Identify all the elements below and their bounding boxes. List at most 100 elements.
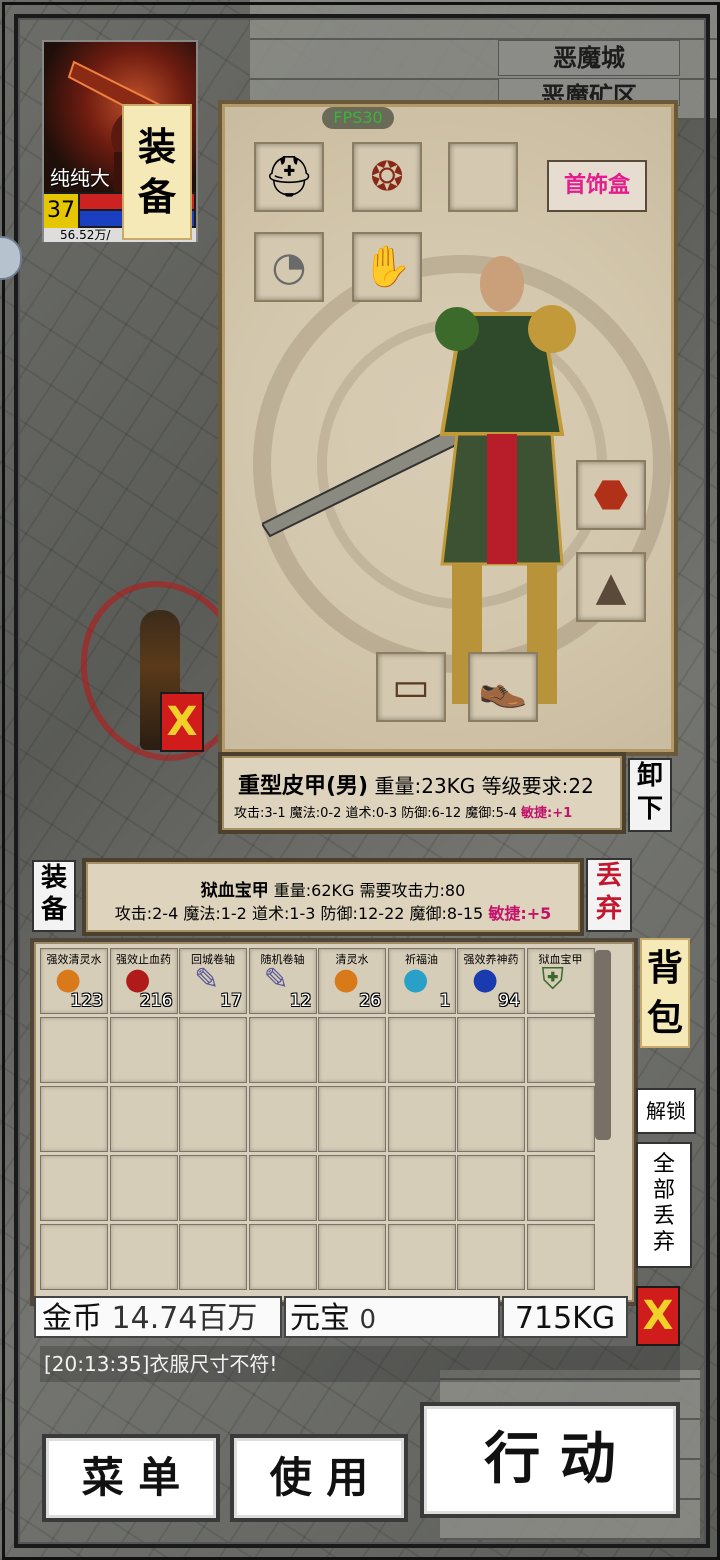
bag-cell[interactable] [387,1224,456,1290]
bag-cell[interactable] [457,1017,525,1083]
bag-cell[interactable]: 狱血宝甲 ⛨ [526,948,595,1014]
slot-glove-right[interactable]: ▲ [576,552,646,622]
tab-equipment[interactable]: 装 备 [122,104,192,240]
use-button[interactable]: 使 用 [230,1434,408,1522]
bag-cell[interactable] [40,1017,108,1083]
unequip-char-1: 卸 [636,761,663,791]
close-bag-button[interactable]: X [636,1286,680,1346]
bag-cell[interactable] [248,1155,317,1221]
bag-cell[interactable] [457,1224,525,1290]
bag-cell[interactable]: 祈福油 ● 1 [387,948,456,1014]
bag-cell[interactable] [387,1155,456,1221]
tab-bag[interactable]: 背 包 [640,938,690,1048]
scroll-icon: ✎ [194,962,220,997]
bag-cell[interactable] [109,1017,178,1083]
discard-all-button[interactable]: 全 部 丢 弃 [636,1142,692,1268]
bag-cell[interactable] [179,1224,247,1290]
selected-item-stats: 攻击:2-4 魔法:1-2 道术:1-3 防御:12-22 魔御:8-15 [114,904,489,923]
player-name: 纯纯大 [50,166,110,190]
bag-cell[interactable] [248,1224,317,1290]
menu-button[interactable]: 菜 单 [42,1434,220,1522]
tab-equip-small-char-2: 备 [40,895,67,925]
player-level: 37 [44,194,78,228]
tab-equip-small-char-1: 装 [40,863,67,893]
bag-cell[interactable] [179,1155,247,1221]
gold-value: 14.74百万 [111,1301,258,1336]
bag-cell[interactable] [109,1155,178,1221]
bag-cell[interactable] [109,1224,178,1290]
bag-cell[interactable] [40,1086,108,1152]
bag-item-count: 26 [359,991,381,1011]
equipped-item-stats: 攻击:3-1 魔法:0-2 道术:0-3 防御:6-12 魔御:5-4 [234,806,521,821]
slot-belt[interactable]: ▭ [376,652,446,722]
equipped-item-info: 重型皮甲(男) 重量:23KG 等级要求:22 攻击:3-1 魔法:0-2 道术… [218,752,626,834]
action-button[interactable]: 行 动 [420,1402,680,1518]
bag-cell[interactable] [457,1155,525,1221]
bag-cell[interactable] [387,1086,456,1152]
equipment-panel: FPS30 ⛑ ❂ 首饰盒 ◔ ✋ ⬣ ▲ ▭ 👞 [218,100,678,756]
bag-cell[interactable]: 回城卷轴 ✎ 17 [179,948,247,1014]
blue-flask-icon: ● [402,962,429,997]
spiked-gauntlet-icon: ▲ [595,564,627,610]
bag-cell[interactable] [109,1086,178,1152]
target-close-button[interactable]: X [160,692,204,752]
selected-item-agility: 敏捷:+5 [488,904,552,923]
bag-scrollbar[interactable] [595,950,611,1140]
blue-pouch-icon: ● [472,962,499,997]
tab-equipment-char-2: 备 [137,175,176,219]
bag-item-count: 1 [439,991,451,1011]
armored-warrior-figure [260,256,576,704]
bag-cell[interactable] [318,1086,386,1152]
bag-cell[interactable]: 强效清灵水 ● 123 [40,948,108,1014]
discard-button[interactable]: 丢 弃 [586,858,632,932]
equipped-item-meta: 重量:23KG 等级要求:22 [368,774,594,798]
bag-cell[interactable] [248,1086,317,1152]
discard-char-1: 丢 [595,861,622,891]
discard-char-2: 弃 [595,894,622,924]
bag-cell[interactable] [526,1017,595,1083]
bag-cell[interactable] [526,1155,595,1221]
tab-equipment-char-1: 装 [137,125,176,169]
fps-counter: FPS30 [322,107,394,129]
bag-cell[interactable] [179,1017,247,1083]
yuanbao-field: 元宝 0 [284,1296,500,1338]
bag-cell[interactable] [179,1086,247,1152]
bag-cell[interactable] [40,1155,108,1221]
bag-cell[interactable] [40,1224,108,1290]
bag-item-count: 12 [289,991,312,1011]
slot-helmet[interactable]: ⛑ [254,142,324,212]
bag-cell[interactable] [457,1086,525,1152]
slot-medal[interactable] [448,142,518,212]
equipped-item-name: 重型皮甲(男) [238,774,369,799]
bag-cell[interactable]: 强效止血药 ● 216 [109,948,178,1014]
yuanbao-label: 元宝 [290,1301,350,1336]
scroll-icon: ✎ [263,962,289,997]
bag-cell[interactable]: 强效养神药 ● 94 [457,948,525,1014]
tab-bag-char-2: 包 [646,998,683,1039]
bag-item-count: 17 [220,991,242,1011]
unlock-button[interactable]: 解锁 [636,1088,696,1134]
helmet-icon: ⛑ [263,154,315,200]
necklace-icon: ❂ [370,154,404,200]
orange-potion-icon: ● [333,962,360,997]
bag-item-count: 94 [498,991,520,1011]
discard-all-char-1: 全 [652,1152,675,1177]
bag-cell[interactable] [387,1017,456,1083]
slot-necklace[interactable]: ❂ [352,142,422,212]
bag-cell[interactable] [318,1155,386,1221]
bag-cell[interactable]: 清灵水 ● 26 [318,948,386,1014]
gold-field: 金币 14.74百万 [34,1296,282,1338]
bag-cell[interactable]: 随机卷轴 ✎ 12 [248,948,317,1014]
tab-equip-small[interactable]: 装 备 [32,860,76,932]
bag-cell[interactable] [526,1224,595,1290]
bag-cell[interactable] [318,1017,386,1083]
jewelry-box-button[interactable]: 首饰盒 [547,160,647,212]
yuanbao-value: 0 [359,1305,377,1335]
unequip-button[interactable]: 卸 下 [628,758,672,832]
bag-weight: 715KG [502,1296,628,1338]
bag-cell[interactable] [526,1086,595,1152]
slot-ring-right[interactable]: ⬣ [576,460,646,530]
bag-cell[interactable] [248,1017,317,1083]
slot-boots[interactable]: 👞 [468,652,538,722]
bag-cell[interactable] [318,1224,386,1290]
